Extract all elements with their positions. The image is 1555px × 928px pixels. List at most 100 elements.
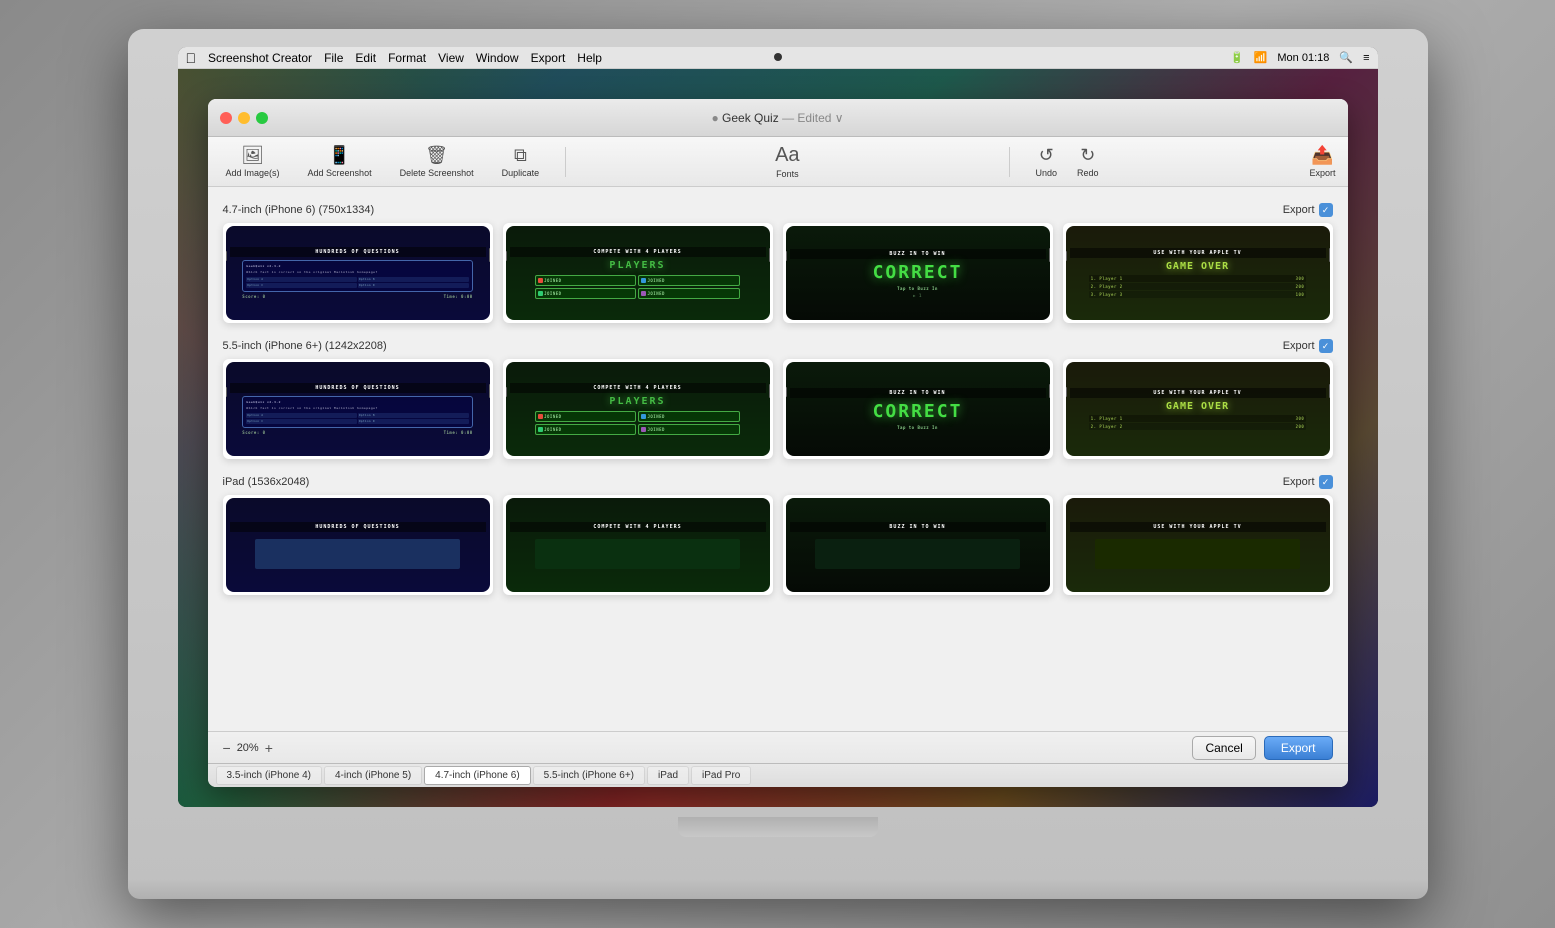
export-text-ipad: Export: [1283, 476, 1315, 488]
game-over-text-2: GAME OVER: [1166, 401, 1229, 412]
export-checkbox-iphone6plus[interactable]: ✓: [1319, 339, 1333, 353]
iphone-frame: COMPETE WITH 4 PLAYERS PLAYERS JOINED: [506, 362, 770, 456]
iphone-btn-right: [1329, 384, 1330, 398]
iphone-btn-right: [769, 248, 770, 262]
export-checkbox-iphone6[interactable]: ✓: [1319, 203, 1333, 217]
screenshot-card[interactable]: USE WITH YOUR APPLE TV GAME OVER 1. Play…: [1063, 359, 1333, 459]
menubar-view[interactable]: View: [438, 51, 464, 65]
screenshot-card[interactable]: HUNDREDS OF QUESTIONS: [223, 495, 493, 595]
window-title-dot: ●: [711, 111, 722, 125]
tab-ipadpro[interactable]: iPad Pro: [691, 766, 751, 785]
maximize-button[interactable]: [256, 112, 268, 124]
game-screen-players: COMPETE WITH 4 PLAYERS PLAYERS JOINED: [506, 226, 770, 320]
redo-button[interactable]: ↻ Redo: [1071, 141, 1105, 182]
screen-banner: BUZZ IN TO WIN: [790, 388, 1046, 398]
add-screenshot-button[interactable]: 📱 Add Screenshot: [302, 141, 378, 182]
apple-menu[interactable]: : [186, 50, 197, 66]
screenshot-card[interactable]: COMPETE WITH 4 PLAYERS PLAYERS JOINED: [503, 359, 773, 459]
screenshot-card[interactable]: USE WITH YOUR APPLE TV GAME OVER 1. Play…: [1063, 223, 1333, 323]
game-screen-questions-ipad: HUNDREDS OF QUESTIONS: [226, 498, 490, 592]
export-btn-ipad[interactable]: Export ✓: [1283, 475, 1333, 489]
undo-icon: ↺: [1039, 145, 1054, 166]
toolbar-right: 📤 Export: [1309, 145, 1335, 178]
screen-banner: USE WITH YOUR APPLE TV: [1070, 388, 1326, 398]
iphone-btn-left: [1066, 387, 1067, 397]
iphone-frame: COMPETE WITH 4 PLAYERS: [506, 498, 770, 592]
action-buttons: Cancel Export: [1192, 736, 1332, 760]
add-image-button[interactable]: 🖼 Add Image(s): [220, 141, 286, 182]
player-dot-green: [538, 291, 543, 296]
iphone-btn-right: [769, 384, 770, 398]
search-icon[interactable]: 🔍: [1339, 51, 1353, 64]
export-button[interactable]: Export: [1264, 736, 1333, 760]
screenshot-card[interactable]: USE WITH YOUR APPLE TV: [1063, 495, 1333, 595]
screenshot-card[interactable]: COMPETE WITH 4 PLAYERS PLAYERS JOINED: [503, 223, 773, 323]
export-btn-iphone6plus[interactable]: Export ✓: [1283, 339, 1333, 353]
menubar-edit[interactable]: Edit: [355, 51, 376, 65]
menubar-file[interactable]: File: [324, 51, 343, 65]
minimize-button[interactable]: [238, 112, 250, 124]
fonts-icon: Aa: [775, 144, 799, 167]
toolbar-export-button[interactable]: 📤 Export: [1309, 145, 1335, 178]
export-btn-iphone6[interactable]: Export ✓: [1283, 203, 1333, 217]
screenshot-card[interactable]: BUZZ IN TO WIN CORRECT Tap to Buzz In ▶ …: [783, 223, 1053, 323]
undo-button[interactable]: ↺ Undo: [1030, 141, 1064, 182]
screenshots-grid-ipad: HUNDREDS OF QUESTIONS COMPETE WITH 4 PLA…: [223, 495, 1333, 595]
export-right-label: Export: [1309, 168, 1335, 178]
menubar-help[interactable]: Help: [577, 51, 602, 65]
game-screen-players-2: COMPETE WITH 4 PLAYERS PLAYERS JOINED: [506, 362, 770, 456]
fonts-button[interactable]: Aa Fonts: [775, 144, 799, 179]
add-screenshot-label: Add Screenshot: [308, 168, 372, 178]
menubar-right: 🔋 📶 Mon 01:18 🔍 ≡: [1230, 51, 1370, 64]
titlebar: ● Geek Quiz — Edited ∨: [208, 99, 1348, 137]
menubar-export[interactable]: Export: [531, 51, 566, 65]
cancel-button[interactable]: Cancel: [1192, 736, 1255, 760]
game-screen-appletv: USE WITH YOUR APPLE TV GAME OVER 1. Play…: [1066, 226, 1330, 320]
iphone-btn-left: [506, 251, 507, 261]
screenshot-card[interactable]: HUNDREDS OF QUESTIONS GeekQuiz v2.4.2 Wh…: [223, 223, 493, 323]
iphone-btn-left: [786, 251, 787, 261]
game-screen-players-ipad: COMPETE WITH 4 PLAYERS: [506, 498, 770, 592]
tab-iphone6plus[interactable]: 5.5-inch (iPhone 6+): [533, 766, 645, 785]
wifi-icon: 📶: [1254, 51, 1268, 64]
screenshot-card[interactable]: BUZZ IN TO WIN: [783, 495, 1053, 595]
game-screen-buzz-2: BUZZ IN TO WIN CORRECT Tap to Buzz In: [786, 362, 1050, 456]
macbook-base: [128, 879, 1428, 899]
tab-iphone5[interactable]: 4-inch (iPhone 5): [324, 766, 422, 785]
delete-screenshot-button[interactable]: 🗑 Delete Screenshot: [394, 141, 480, 182]
screen-banner: USE WITH YOUR APPLE TV: [1070, 248, 1326, 258]
player-cell: JOINED: [638, 275, 739, 286]
player-grid: JOINED JOINED: [535, 275, 740, 299]
game-over-text: GAME OVER: [1166, 261, 1229, 272]
menubar-format[interactable]: Format: [388, 51, 426, 65]
duplicate-icon: ⧉: [514, 145, 527, 166]
correct-text-2: CORRECT: [873, 401, 963, 422]
iphone-btn-right: [489, 248, 490, 262]
menubar-time: Mon 01:18: [1277, 52, 1329, 64]
screen-banner: COMPETE WITH 4 PLAYERS: [510, 247, 766, 257]
list-icon[interactable]: ≡: [1363, 52, 1369, 64]
screenshot-card[interactable]: BUZZ IN TO WIN CORRECT Tap to Buzz In: [783, 359, 1053, 459]
delete-screenshot-icon: 🗑: [425, 145, 448, 166]
zoom-controls: − 20% +: [223, 740, 273, 756]
tab-ipad[interactable]: iPad: [647, 766, 689, 785]
close-button[interactable]: [220, 112, 232, 124]
add-screenshot-icon: 📱: [328, 145, 350, 166]
tabs-bar: 3.5-inch (iPhone 4) 4-inch (iPhone 5) 4.…: [208, 763, 1348, 787]
player-cell: JOINED: [638, 411, 739, 422]
tab-iphone4[interactable]: 3.5-inch (iPhone 4): [216, 766, 323, 785]
add-image-label: Add Image(s): [226, 168, 280, 178]
menubar-app-name[interactable]: Screenshot Creator: [208, 51, 312, 65]
duplicate-button[interactable]: ⧉ Duplicate: [496, 141, 546, 182]
tab-iphone6[interactable]: 4.7-inch (iPhone 6): [424, 766, 531, 785]
zoom-out-button[interactable]: −: [223, 740, 231, 756]
screen-banner: COMPETE WITH 4 PLAYERS: [510, 522, 766, 532]
screenshot-card[interactable]: COMPETE WITH 4 PLAYERS: [503, 495, 773, 595]
screenshot-card[interactable]: HUNDREDS OF QUESTIONS GeekQuiz v2.4.2 Wh…: [223, 359, 493, 459]
undo-redo-group: ↺ Undo ↻ Redo: [1030, 141, 1105, 182]
iphone-btn-right: [1049, 248, 1050, 262]
export-checkbox-ipad[interactable]: ✓: [1319, 475, 1333, 489]
iphone-btn-left: [786, 387, 787, 397]
menubar-window[interactable]: Window: [476, 51, 519, 65]
zoom-in-button[interactable]: +: [265, 740, 273, 756]
